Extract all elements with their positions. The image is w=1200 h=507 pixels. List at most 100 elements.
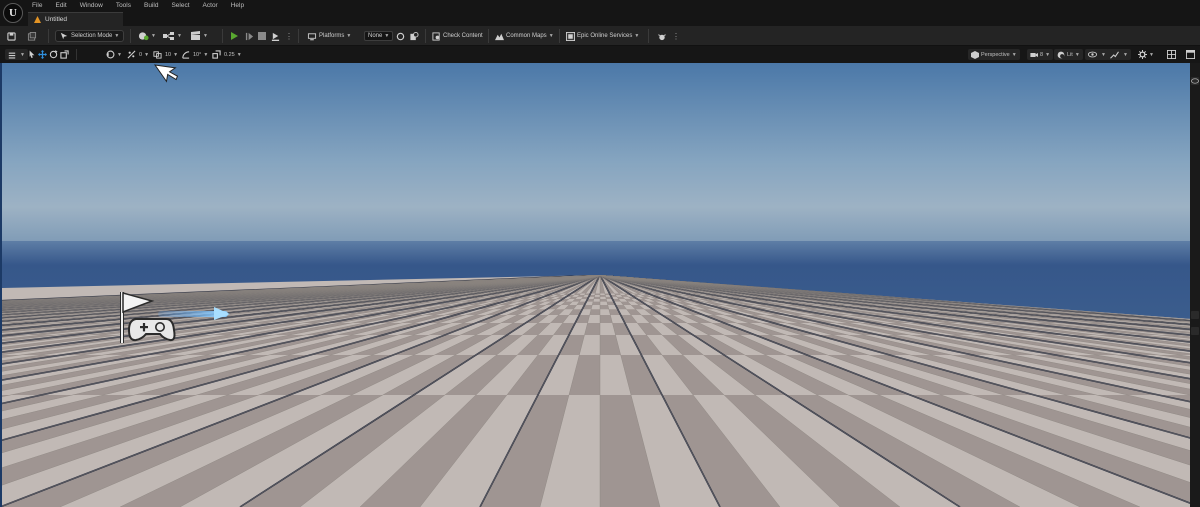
menu-actor[interactable]: Actor xyxy=(203,2,218,9)
details-tab-button[interactable] xyxy=(1191,77,1199,85)
rotate-snap-value-b: 10° xyxy=(193,51,202,58)
menu-select[interactable]: Select xyxy=(171,2,189,9)
menu-file[interactable]: File xyxy=(32,2,42,9)
chevron-down-icon: ▼ xyxy=(177,33,182,39)
view-mode-dropdown[interactable]: Lit ▼ xyxy=(1054,49,1083,60)
clapperboard-icon xyxy=(191,31,200,40)
save-button[interactable] xyxy=(7,30,16,42)
chevron-down-icon: ▼ xyxy=(117,51,122,58)
chevron-down-icon: ▼ xyxy=(634,33,640,39)
menu-build[interactable]: Build xyxy=(144,2,158,9)
mode-button[interactable]: Selection Mode ▼ xyxy=(55,30,125,42)
eos-label: Epic Online Services xyxy=(577,33,633,39)
platforms-label: Platforms xyxy=(319,33,345,39)
viewport-scene[interactable] xyxy=(2,63,1190,507)
tab-untitled[interactable]: Untitled xyxy=(28,12,123,26)
panel-toggle-button[interactable] xyxy=(1191,311,1199,319)
content-browser-button[interactable] xyxy=(27,30,37,42)
stop-button[interactable] xyxy=(258,30,266,42)
angle-snap-icon xyxy=(182,51,190,59)
play-options-button[interactable]: ⋮ xyxy=(285,30,293,42)
viewport-settings-dropdown[interactable]: ▼ xyxy=(1138,49,1154,60)
viewport-options-button[interactable]: ▼ xyxy=(5,49,28,60)
eye-icon xyxy=(1088,51,1097,58)
camera-speed-value: 8 xyxy=(1040,51,1044,58)
rotate-tool-button[interactable] xyxy=(49,49,58,60)
selection-mode-dropdown[interactable]: Selection Mode ▼ xyxy=(55,30,125,42)
check-content-label: Check Content xyxy=(443,33,483,39)
revision-control-button[interactable] xyxy=(409,30,419,42)
maximize-viewport-button[interactable] xyxy=(1167,49,1176,60)
rotate-snap-button[interactable]: 10 ▼ xyxy=(153,49,178,60)
separator xyxy=(298,29,299,43)
perspective-cube-icon xyxy=(971,50,979,59)
save-icon xyxy=(7,31,16,41)
menu-help[interactable]: Help xyxy=(231,2,244,9)
blueprint-button[interactable]: ▼ xyxy=(163,30,182,42)
circle-icon xyxy=(396,32,405,40)
perspective-label: Perspective xyxy=(981,51,1010,58)
menu-tools[interactable]: Tools xyxy=(116,2,131,9)
chevron-down-icon: ▼ xyxy=(1045,51,1051,58)
move-icon xyxy=(38,50,47,59)
play-button[interactable] xyxy=(231,30,238,42)
cinematics-button[interactable]: ▼ xyxy=(190,30,208,42)
scale-snap-icon xyxy=(212,50,221,59)
chevron-down-icon: ▼ xyxy=(203,33,208,39)
common-maps-dropdown[interactable]: Common Maps ▼ xyxy=(495,30,554,42)
separator xyxy=(76,49,77,60)
floor-tile xyxy=(600,305,609,310)
menu-items: File Edit Window Tools Build Select Acto… xyxy=(32,2,257,9)
show-flags-dropdown[interactable]: ▼ xyxy=(1085,49,1109,60)
stop-icon xyxy=(258,32,266,40)
surface-snap-icon xyxy=(153,51,162,59)
scale-snap-button[interactable]: 0.25 ▼ xyxy=(212,49,242,60)
bug-icon xyxy=(658,33,666,40)
check-content-button[interactable]: Check Content xyxy=(432,30,483,42)
eye-icon xyxy=(1191,78,1199,84)
mode-icon xyxy=(60,32,68,40)
level-viewport[interactable] xyxy=(0,63,1190,507)
eject-button[interactable] xyxy=(271,30,280,42)
none-dropdown[interactable]: None ▼ xyxy=(364,30,394,42)
epic-online-services-dropdown[interactable]: Epic Online Services ▼ xyxy=(566,30,639,42)
source-control-button[interactable] xyxy=(396,30,405,42)
coordinate-system-button[interactable]: ▼ xyxy=(106,49,122,60)
advance-frame-button[interactable] xyxy=(245,30,254,42)
performance-dropdown[interactable]: ▼ xyxy=(1107,49,1131,60)
more-options-icon: ⋮ xyxy=(672,31,680,41)
settings-button[interactable] xyxy=(657,30,667,42)
toolbar-more-button[interactable]: ⋮ xyxy=(672,30,680,42)
separator xyxy=(130,29,131,43)
viewport-toolbar: ▼ ▼ 0 ▼ 10 ▼ 10° ▼ 0.25 ▼ Perspective ▼ … xyxy=(0,46,1200,63)
chevron-down-icon: ▼ xyxy=(151,33,156,39)
unreal-logo[interactable]: U xyxy=(3,3,23,23)
tab-bar: Untitled xyxy=(0,12,1200,26)
mode-label: Selection Mode xyxy=(71,33,113,39)
angle-snap-button[interactable]: 10° ▼ xyxy=(181,49,208,60)
common-maps-label: Common Maps xyxy=(506,33,547,39)
floor-tile xyxy=(600,299,607,302)
select-tool-button[interactable] xyxy=(28,49,36,60)
add-actor-button[interactable]: ▼ xyxy=(138,30,156,42)
platforms-dropdown[interactable]: Platforms ▼ xyxy=(307,30,351,42)
translate-snap-button[interactable]: 0 ▼ xyxy=(127,49,149,60)
menu-window[interactable]: Window xyxy=(80,2,103,9)
camera-speed-dropdown[interactable]: 8 ▼ xyxy=(1027,49,1054,60)
viewport-toggle-button[interactable] xyxy=(1186,49,1195,60)
floor-tile xyxy=(593,296,600,299)
eject-icon xyxy=(271,32,280,41)
world-icon xyxy=(106,50,115,59)
perspective-dropdown[interactable]: Perspective ▼ xyxy=(968,49,1020,60)
scale-snap-value: 0.25 xyxy=(224,51,235,58)
chevron-down-icon: ▼ xyxy=(1074,51,1080,58)
revision-icon xyxy=(410,31,419,40)
panel-toggle-button-2[interactable] xyxy=(1191,327,1199,335)
level-icon xyxy=(34,16,41,23)
scale-tool-button[interactable] xyxy=(60,49,69,60)
floor-tile xyxy=(600,295,606,297)
gear-icon xyxy=(1138,50,1147,59)
scale-icon xyxy=(60,50,69,59)
menu-edit[interactable]: Edit xyxy=(55,2,66,9)
translate-tool-button[interactable] xyxy=(38,49,47,60)
